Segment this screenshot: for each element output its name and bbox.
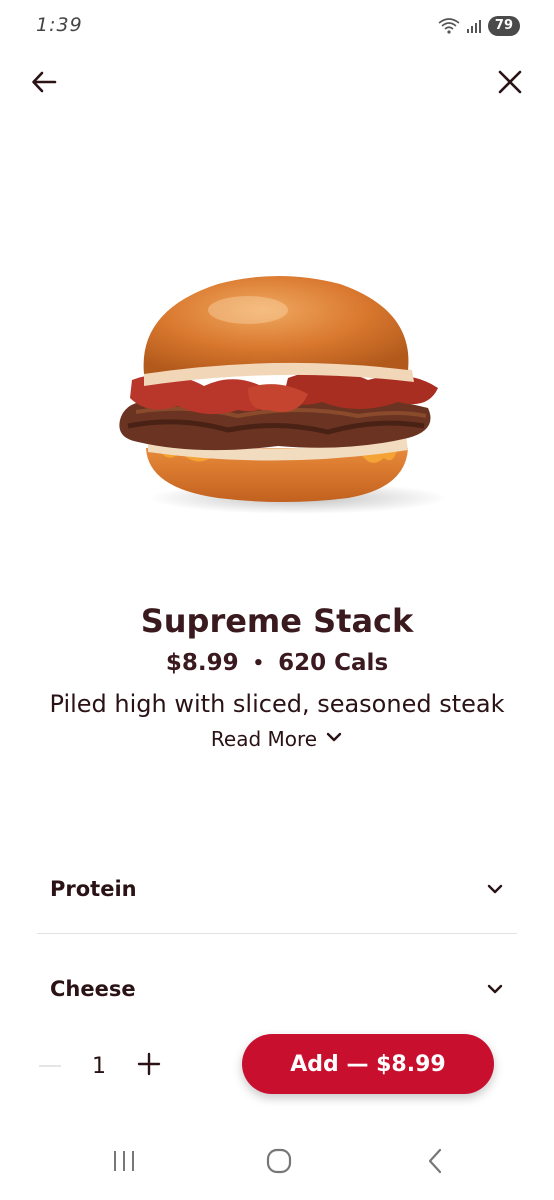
chevron-down-icon: [485, 879, 517, 899]
product-info: Supreme Stack $8.99 • 620 Cals Piled high …: [0, 600, 554, 755]
status-time: 1:39: [36, 14, 83, 36]
product-image: [108, 270, 448, 520]
system-back-button[interactable]: [415, 1146, 455, 1180]
decrease-quantity-button[interactable]: [36, 1046, 64, 1086]
accordion-cheese[interactable]: Cheese: [37, 954, 517, 1024]
increase-quantity-button[interactable]: [134, 1046, 164, 1086]
quantity-value: 1: [92, 1053, 106, 1079]
signal-icon: [466, 18, 482, 34]
read-more-label: Read More: [210, 726, 318, 751]
arrow-left-icon: [30, 68, 58, 100]
chevron-down-icon: [485, 979, 517, 999]
close-icon: [496, 68, 524, 100]
battery-badge: 79: [487, 16, 520, 36]
quantity-stepper: 1: [36, 1040, 164, 1092]
accordion-label: Protein: [50, 877, 137, 901]
divider: [37, 933, 517, 934]
status-bar: 1:39 79: [0, 0, 554, 54]
home-icon: [265, 1147, 293, 1179]
accordion-label: Cheese: [50, 977, 136, 1001]
separator-dot: •: [252, 652, 265, 674]
back-button[interactable]: [26, 66, 62, 102]
wifi-icon: [438, 17, 460, 35]
status-icons: 79: [438, 16, 520, 36]
recents-icon: [111, 1149, 137, 1177]
home-button[interactable]: [259, 1146, 299, 1180]
price-row: $8.99 • 620 Cals: [0, 646, 554, 681]
chevron-left-icon: [425, 1148, 445, 1178]
minus-icon: [39, 1065, 61, 1067]
product-calories: 620 Cals: [278, 650, 389, 676]
top-nav: [0, 64, 554, 108]
recents-button[interactable]: [104, 1146, 144, 1180]
product-description: Piled high with sliced, seasoned steak: [49, 689, 505, 718]
close-button[interactable]: [492, 66, 528, 102]
chevron-down-icon: [325, 723, 343, 755]
add-to-order-button[interactable]: Add — $8.99: [242, 1034, 494, 1094]
read-more-button[interactable]: Read More: [211, 723, 343, 755]
system-nav: [0, 1138, 554, 1188]
product-price: $8.99: [165, 650, 239, 676]
plus-icon: [137, 1052, 161, 1080]
accordion-protein[interactable]: Protein: [37, 854, 517, 924]
product-title: Supreme Stack: [140, 602, 414, 640]
